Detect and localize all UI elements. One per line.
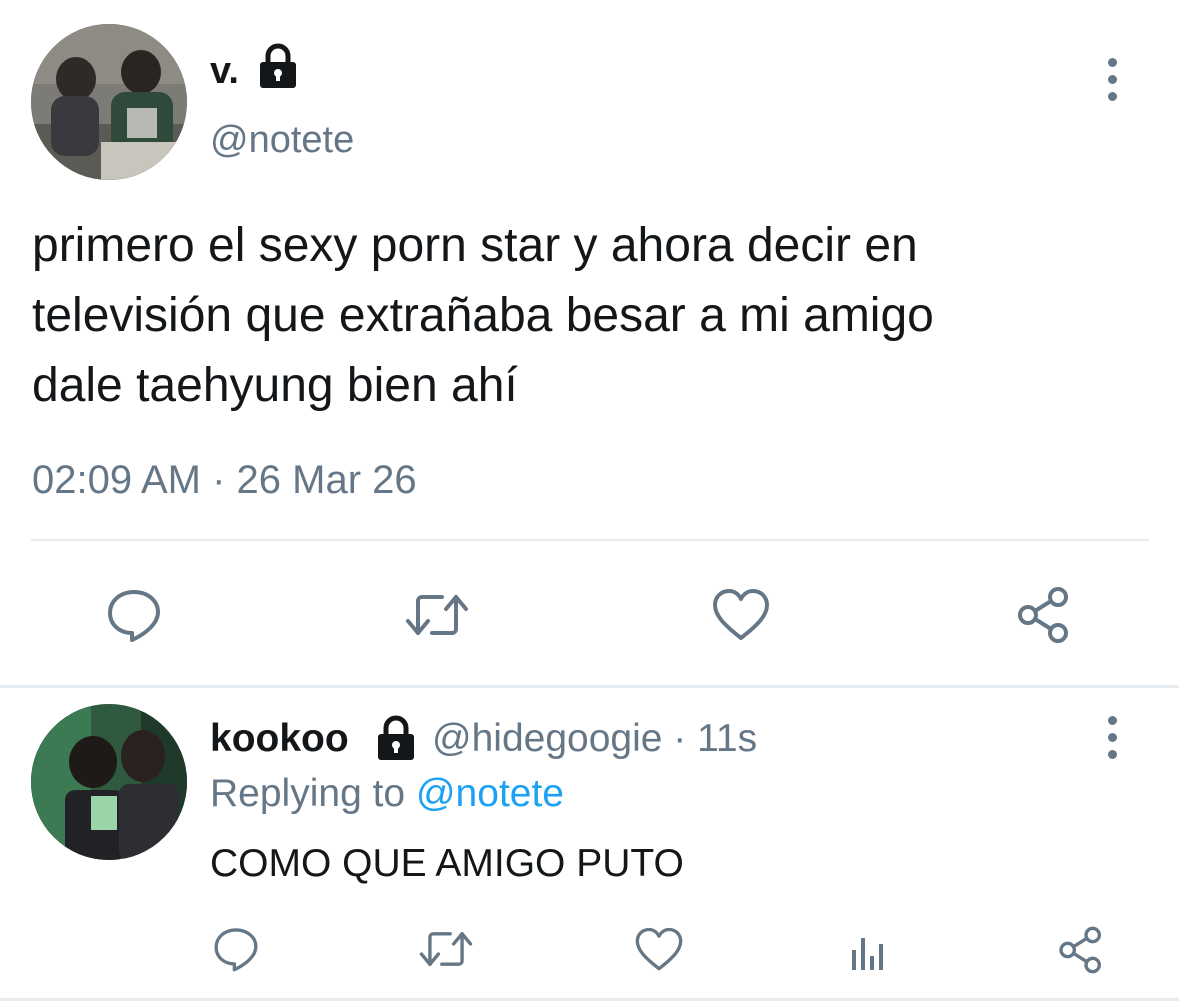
- share-icon[interactable]: [1014, 585, 1074, 645]
- main-handle[interactable]: @notete: [210, 118, 354, 162]
- separator: ·: [673, 717, 687, 760]
- reply-time[interactable]: 11s: [697, 717, 757, 760]
- tweet-timestamp[interactable]: 02:09 AM · 26 Mar 26: [32, 457, 417, 503]
- analytics-icon[interactable]: [846, 930, 890, 974]
- bottom-divider: [0, 998, 1179, 1001]
- retweet-icon[interactable]: [404, 589, 470, 641]
- lock-icon: [374, 715, 418, 761]
- divider: [31, 539, 1149, 541]
- reply-handle[interactable]: @hidegoogie: [432, 717, 662, 760]
- reply-meta: @hidegoogie · 11s: [432, 717, 757, 761]
- more-options-icon[interactable]: [1108, 716, 1117, 759]
- avatar-reply[interactable]: [31, 704, 187, 860]
- section-divider: [0, 685, 1179, 688]
- replying-to-label: Replying to: [210, 772, 406, 815]
- like-icon[interactable]: [711, 588, 771, 642]
- main-display-name[interactable]: v.: [210, 51, 239, 91]
- avatar-main[interactable]: [31, 24, 187, 180]
- tweet-text-line: dale taehyung bien ahí: [32, 359, 518, 412]
- lock-icon: [257, 43, 299, 89]
- avatar-photo: [31, 24, 187, 180]
- reply-text: COMO QUE AMIGO PUTO: [210, 842, 684, 885]
- reply-icon[interactable]: [212, 925, 260, 973]
- tweet-text-line: primero el sexy porn star y ahora decir …: [32, 219, 918, 272]
- like-icon[interactable]: [634, 927, 684, 972]
- reply-display-name[interactable]: kookoo: [210, 717, 349, 761]
- more-options-icon[interactable]: [1108, 58, 1117, 101]
- avatar-photo: [31, 704, 187, 860]
- replying-to-handle[interactable]: @notete: [416, 772, 564, 815]
- tweet-text: primero el sexy porn star y ahora decir …: [32, 211, 934, 421]
- retweet-icon[interactable]: [418, 927, 474, 971]
- replying-to: Replying to @notete: [210, 772, 564, 816]
- share-icon[interactable]: [1056, 925, 1106, 975]
- tweet-text-line: televisión que extrañaba besar a mi amig…: [32, 289, 934, 342]
- reply-icon[interactable]: [105, 586, 163, 644]
